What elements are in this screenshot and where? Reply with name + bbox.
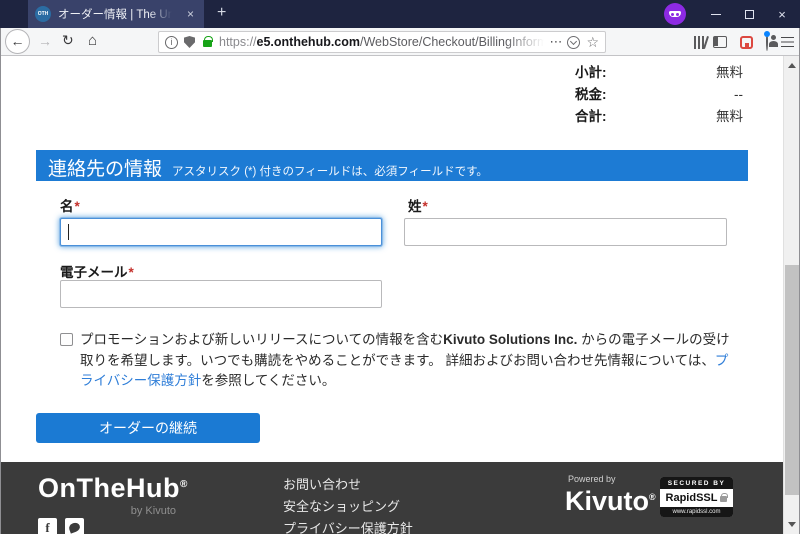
twitter-icon[interactable] [65,518,84,534]
maximize-button[interactable] [733,0,765,28]
toolbar-right-icons [694,28,794,56]
scrollbar-thumb[interactable] [785,265,800,495]
window-close-button[interactable]: × [766,0,798,28]
subtotal-value: 無料 [716,62,743,84]
page-info-icon[interactable]: i [165,36,178,49]
onthehub-logo[interactable]: OnTheHub® [38,473,188,504]
subtotal-label: 小計: [575,62,607,84]
window-border-left [0,28,1,534]
text-caret [68,224,69,240]
total-value: 無料 [716,106,743,128]
registered-mark: ® [649,492,656,502]
seal-secured-by: SECURED BY [660,477,733,489]
summary-row-subtotal: 小計: 無料 [575,62,743,84]
first-name-input[interactable] [60,218,382,246]
titlebar: OTH オーダー情報 | The University of × + × [0,0,800,28]
tracking-shield-icon[interactable] [184,36,195,48]
forward-button[interactable]: → [38,33,52,49]
newsletter-checkbox[interactable] [60,333,73,346]
seal-name: RapidSSL [666,492,718,504]
menu-icon[interactable] [781,37,794,39]
tax-label: 税金: [575,84,607,106]
private-browsing-icon [664,3,686,25]
seal-lock-icon [720,496,727,502]
browser-window: OTH オーダー情報 | The University of × + × ← →… [0,0,800,534]
home-button[interactable]: ⌂ [88,32,97,49]
newsletter-text-after: を参照してください。 [201,373,335,388]
page-actions-icon[interactable]: ⋯ [549,34,562,50]
minimize-button[interactable] [700,0,732,28]
newsletter-company: Kivuto Solutions Inc. [443,332,577,347]
reload-button[interactable]: ↻ [62,32,74,49]
total-label: 合計: [575,106,607,128]
new-tab-button[interactable]: + [211,2,232,24]
extension-icon[interactable] [740,36,753,49]
powered-by-label: Powered by [565,474,656,484]
continue-order-button[interactable]: オーダーの継続 [36,413,260,443]
footer-links: お問い合わせ 安全なショッピング プライバシー保護方針 [283,474,413,534]
summary-row-tax: 税金: -- [575,84,743,106]
tax-value: -- [734,84,743,106]
last-name-label: 姓* [408,195,428,215]
url-path: /WebStore/Checkout/BillingInformation [360,35,544,49]
seal-site: www.rapidssl.com [660,507,733,517]
vertical-scrollbar[interactable] [783,56,800,534]
bookmark-star-icon[interactable]: ☆ [586,34,599,51]
email-label: 電子メール* [60,261,134,281]
browser-toolbar: ← → ↻ ⌂ i https://e5.onthehub.com/WebSto… [0,28,800,56]
notification-dot [764,31,770,37]
first-name-label: 名* [60,195,80,215]
facebook-icon[interactable]: f [38,518,57,534]
page-footer: OnTheHub® by Kivuto f お問い合わせ 安全なショッピング プ… [0,462,783,534]
newsletter-text-before: プロモーションおよび新しいリリースについての情報を含む [80,332,443,347]
email-input[interactable] [60,280,382,308]
social-icons: f [38,518,84,534]
tab-close-icon[interactable]: × [184,6,197,22]
scroll-down-icon[interactable] [788,522,796,527]
order-summary: 小計: 無料 税金: -- 合計: 無料 [575,62,743,128]
footer-link-privacy[interactable]: プライバシー保護方針 [283,518,413,534]
registered-mark: ® [180,479,188,490]
required-asterisk: * [129,265,134,280]
section-subtitle: アスタリスク (*) 付きのフィールドは、必須フィールドです。 [172,163,488,179]
browser-tab[interactable]: OTH オーダー情報 | The University of × [28,0,204,28]
last-name-input[interactable] [404,218,727,246]
summary-row-total: 合計: 無料 [575,106,743,128]
required-asterisk: * [75,199,80,214]
url-protocol: https:// [219,35,257,49]
newsletter-optin: プロモーションおよび新しいリリースについての情報を含むKivuto Soluti… [60,330,730,392]
tab-title: オーダー情報 | The University of [58,6,172,22]
page-content: 小計: 無料 税金: -- 合計: 無料 連絡先の情報 アスタリスク (*) 付… [0,56,800,534]
back-button[interactable]: ← [5,29,30,54]
scroll-up-icon[interactable] [788,63,796,68]
brand-byline: by Kivuto [38,505,176,517]
url-domain: e5.onthehub.com [257,35,360,49]
url-text: https://e5.onthehub.com/WebStore/Checkou… [219,35,544,49]
rapidssl-seal[interactable]: SECURED BY RapidSSL www.rapidssl.com [660,477,733,517]
url-bar[interactable]: i https://e5.onthehub.com/WebStore/Check… [158,31,606,53]
footer-link-contact[interactable]: お問い合わせ [283,474,413,496]
section-title: 連絡先の情報 [48,154,162,181]
required-asterisk: * [423,199,428,214]
https-lock-icon[interactable] [203,40,212,47]
library-icon[interactable] [694,36,696,49]
pocket-icon[interactable] [567,36,580,49]
sidebar-icon[interactable] [713,36,727,48]
contact-info-header: 連絡先の情報 アスタリスク (*) 付きのフィールドは、必須フィールドです。 [36,150,748,181]
favicon-icon: OTH [35,6,51,22]
footer-link-safe-shopping[interactable]: 安全なショッピング [283,496,413,518]
kivuto-logo: Powered by Kivuto® [565,474,656,514]
account-button[interactable] [766,33,768,51]
